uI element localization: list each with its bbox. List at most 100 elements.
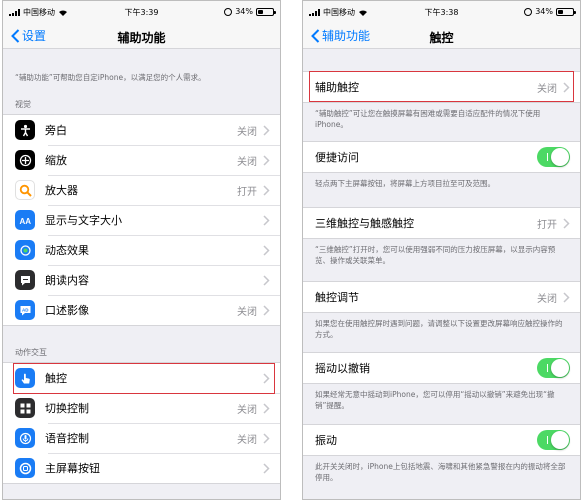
voiceover-icon	[15, 120, 35, 141]
accessibility-screen: 中国移动 下午3:39 34% 设置 辅助功能 “辅助功能”可帮助您自定iPho…	[2, 0, 281, 500]
orientation-lock-icon	[224, 7, 233, 16]
row-label: 主屏幕按钮	[45, 462, 100, 476]
battery-percent: 34%	[235, 7, 253, 16]
orientation-lock-icon	[524, 7, 533, 16]
row-value: 关闭	[237, 306, 257, 318]
reachability-toggle[interactable]	[537, 147, 570, 167]
status-bar: 中国移动 下午3:38 34%	[303, 1, 580, 23]
chevron-right-icon	[263, 433, 270, 444]
switch-control-icon	[15, 398, 35, 419]
row-label: 口述影像	[45, 304, 89, 318]
chevron-right-icon	[563, 217, 570, 229]
row-value: 关闭	[237, 126, 257, 138]
page-title: 触控	[429, 31, 454, 45]
row-value: 关闭	[237, 434, 257, 446]
row-label: 旁白	[45, 124, 67, 138]
row-label: 切换控制	[45, 402, 89, 416]
row-spoken-content[interactable]: 朗读内容	[3, 265, 280, 295]
row-value: 关闭	[237, 404, 257, 416]
row-value: 关闭	[537, 293, 557, 305]
vision-group: 旁白 关闭 缩放 关闭 放大器 打开 AA 显示与文字大小 动态效果 朗读内容 …	[3, 114, 280, 327]
chevron-right-icon	[263, 185, 270, 196]
touch-3d-group: 三维触控与触感触控 打开	[303, 207, 580, 239]
chevron-right-icon	[263, 463, 270, 474]
row-value: 关闭	[237, 156, 257, 168]
audio-description-icon: AD	[15, 300, 35, 321]
row-shake-to-undo: 摇动以撤销	[303, 353, 580, 383]
shake-to-undo-desc: 如果经常无意中摇动到iPhone，您可以停用“摇动以撤销”来避免出现“撤销”提醒…	[315, 390, 555, 411]
row-label: 振动	[315, 434, 337, 447]
chevron-right-icon	[263, 373, 270, 384]
row-home-button[interactable]: 主屏幕按钮	[3, 453, 280, 483]
zoom-icon	[15, 150, 35, 171]
row-label: 触控	[45, 372, 67, 386]
page-title: 辅助功能	[117, 31, 166, 45]
row-label: 便捷访问	[315, 151, 359, 164]
row-3d-touch[interactable]: 三维触控与触感触控 打开	[303, 208, 580, 238]
row-touch[interactable]: 触控	[3, 363, 280, 393]
home-button-icon	[15, 458, 35, 479]
interaction-group: 触控 切换控制 关闭 语音控制 关闭 主屏幕按钮	[3, 362, 280, 485]
row-value: 打开	[237, 186, 257, 198]
assistive-touch-group: 辅助触控 关闭	[303, 71, 580, 103]
speech-icon	[15, 270, 35, 291]
row-voiceover[interactable]: 旁白 关闭	[3, 115, 280, 145]
vibration-group: 振动	[303, 424, 580, 456]
chevron-right-icon	[263, 403, 270, 414]
touch-accommodations-group: 触控调节 关闭	[303, 281, 580, 313]
touch-screen: 中国移动 下午3:38 34% 辅助功能 触控 辅助触控 关闭 “辅助触控”可让…	[302, 0, 581, 500]
row-display-text-size[interactable]: AA 显示与文字大小	[3, 205, 280, 235]
shake-to-undo-toggle[interactable]	[537, 358, 570, 378]
row-switch-control[interactable]: 切换控制 关闭	[3, 393, 280, 423]
shake-to-undo-group: 摇动以撤销	[303, 352, 580, 384]
battery-percent: 34%	[535, 7, 553, 16]
nav-bar: 设置 辅助功能	[3, 23, 280, 49]
chevron-right-icon	[263, 305, 270, 316]
row-value: 关闭	[537, 83, 557, 95]
intro-text: “辅助功能”可帮助您自定iPhone，以满足您的个人需求。	[15, 73, 206, 82]
svg-text:AA: AA	[19, 217, 31, 226]
chevron-right-icon	[263, 215, 270, 226]
touch-icon	[15, 368, 35, 389]
vibration-toggle[interactable]	[537, 430, 570, 450]
row-touch-accommodations[interactable]: 触控调节 关闭	[303, 282, 580, 312]
voice-control-icon	[15, 428, 35, 449]
row-zoom[interactable]: 缩放 关闭	[3, 145, 280, 175]
assistive-touch-desc: “辅助触控”可让您在触摸屏幕有困难或需要自适应配件的情况下使用iPhone。	[315, 109, 541, 130]
motion-icon	[15, 240, 35, 261]
row-magnifier[interactable]: 放大器 打开	[3, 175, 280, 205]
section-header-interaction: 动作交互	[15, 348, 47, 358]
row-vibration: 振动	[303, 425, 580, 455]
chevron-right-icon	[263, 155, 270, 166]
text-size-icon: AA	[15, 210, 35, 231]
row-label: 三维触控与触感触控	[315, 217, 414, 230]
row-reachability: 便捷访问	[303, 142, 580, 172]
chevron-right-icon	[263, 275, 270, 286]
magnifier-icon	[15, 180, 35, 201]
chevron-right-icon	[263, 245, 270, 256]
row-value: 打开	[537, 219, 557, 231]
row-label: 显示与文字大小	[45, 214, 122, 228]
chevron-right-icon	[563, 81, 570, 93]
row-motion[interactable]: 动态效果	[3, 235, 280, 265]
reachability-group: 便捷访问	[303, 141, 580, 173]
row-label: 摇动以撤销	[315, 362, 370, 375]
vibration-desc: 此开关关闭时，iPhone上包括地震、海啸和其他紧急警报在内的振动将全部停用。	[315, 462, 566, 483]
row-audio-descriptions[interactable]: AD 口述影像 关闭	[3, 295, 280, 325]
row-label: 放大器	[45, 184, 78, 198]
reachability-desc: 轻点两下主屏幕按钮，将屏幕上方项目拉至可及范围。	[315, 179, 495, 188]
status-bar: 中国移动 下午3:39 34%	[3, 1, 280, 23]
touch-accommodations-desc: 如果您在使用触控屏时遇到问题，请调整以下设置更改屏幕响应触控操作的方式。	[315, 319, 563, 340]
row-assistive-touch[interactable]: 辅助触控 关闭	[303, 72, 580, 102]
row-label: 触控调节	[315, 291, 359, 304]
nav-bar: 辅助功能 触控	[303, 23, 580, 49]
chevron-right-icon	[563, 291, 570, 303]
section-header-vision: 视觉	[15, 100, 31, 110]
battery-icon	[256, 7, 276, 16]
touch-3d-desc: “三维触控”打开时，您可以使用强弱不同的压力按压屏幕，以显示内容预览、操作或关联…	[315, 245, 556, 266]
row-label: 语音控制	[45, 432, 89, 446]
chevron-right-icon	[263, 125, 270, 136]
row-voice-control[interactable]: 语音控制 关闭	[3, 423, 280, 453]
row-label: 缩放	[45, 154, 67, 168]
row-label: 朗读内容	[45, 274, 89, 288]
